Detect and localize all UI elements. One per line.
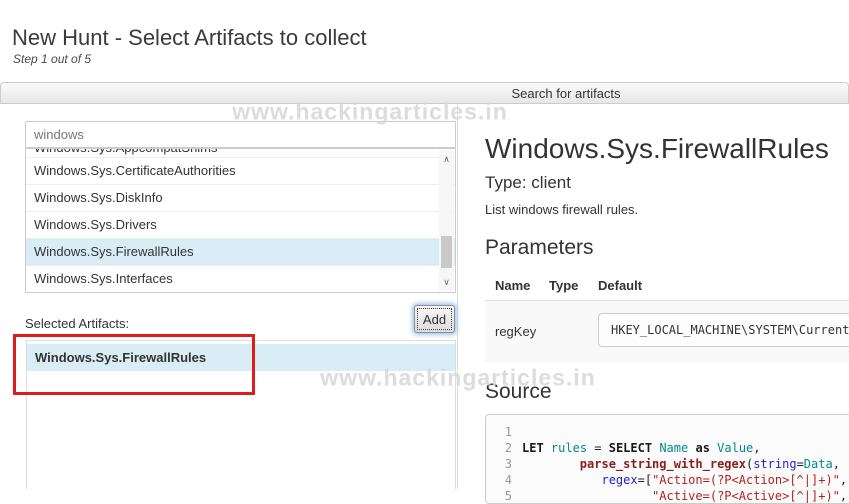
artifact-list-item[interactable]: Windows.Sys.Drivers [26, 211, 455, 238]
source-heading: Source [485, 380, 552, 404]
scroll-down-icon[interactable]: ∨ [439, 275, 454, 289]
artifact-list-rows: Windows.Sys.CertificateAuthoritiesWindow… [26, 157, 455, 292]
selected-artifacts-list: Windows.Sys.FirewallRules [26, 340, 456, 489]
page-title: New Hunt - Select Artifacts to collect [12, 25, 367, 51]
source-code-block: 12LET rules = SELECT Name as Value,3 par… [485, 414, 849, 504]
artifact-detail-title: Windows.Sys.FirewallRules [485, 133, 829, 165]
code-line: 2LET rules = SELECT Name as Value, [486, 440, 849, 456]
search-for-artifacts-panel-header[interactable]: Search for artifacts [0, 82, 849, 104]
page-step-indicator: Step 1 out of 5 [13, 52, 91, 66]
artifact-list-clipped-label: Windows.Sys.AppcompatShims [26, 149, 455, 154]
selected-artifact-item[interactable]: Windows.Sys.FirewallRules [27, 344, 455, 371]
artifact-list-item[interactable]: Windows.Sys.FirewallRules [26, 238, 455, 265]
code-line: 1 [486, 424, 849, 440]
artifact-list-item[interactable]: Windows.Sys.CertificateAuthorities [26, 157, 455, 184]
artifact-description: List windows firewall rules. [485, 202, 638, 217]
search-panel-label: Search for artifacts [511, 86, 620, 101]
scrollbar-thumb[interactable] [441, 236, 452, 268]
column-divider [457, 104, 458, 489]
code-line: 4 regex=["Action=(?P<Action>[^|]+)", [486, 472, 849, 488]
selected-artifacts-label: Selected Artifacts: [25, 316, 129, 331]
column-header-name: Name [495, 278, 530, 293]
parameter-name: regKey [495, 324, 536, 339]
code-lines: 12LET rules = SELECT Name as Value,3 par… [486, 424, 849, 504]
artifact-list-clipped-item[interactable]: Windows.Sys.AppcompatShims [26, 149, 455, 157]
code-line: 3 parse_string_with_regex(string=Data, [486, 456, 849, 472]
scroll-up-icon[interactable]: ∧ [439, 152, 454, 166]
artifact-list: Windows.Sys.AppcompatShims Windows.Sys.C… [25, 148, 456, 293]
code-line: 5 "Active=(?P<Active>[^|]+)", [486, 488, 849, 504]
parameters-heading: Parameters [485, 236, 594, 260]
add-button[interactable]: Add [414, 305, 455, 333]
artifact-type-label: Type: client [485, 173, 571, 193]
artifact-list-item[interactable]: Windows.Sys.DiskInfo [26, 184, 455, 211]
parameter-default-input[interactable]: HKEY_LOCAL_MACHINE\SYSTEM\CurrentCo [598, 313, 849, 347]
artifact-list-scrollbar[interactable]: ∧ ∨ [439, 150, 454, 291]
column-header-default: Default [598, 278, 642, 293]
artifact-search-input[interactable] [25, 121, 456, 148]
column-header-type: Type [549, 278, 578, 293]
artifact-list-item[interactable]: Windows.Sys.Interfaces [26, 265, 455, 292]
